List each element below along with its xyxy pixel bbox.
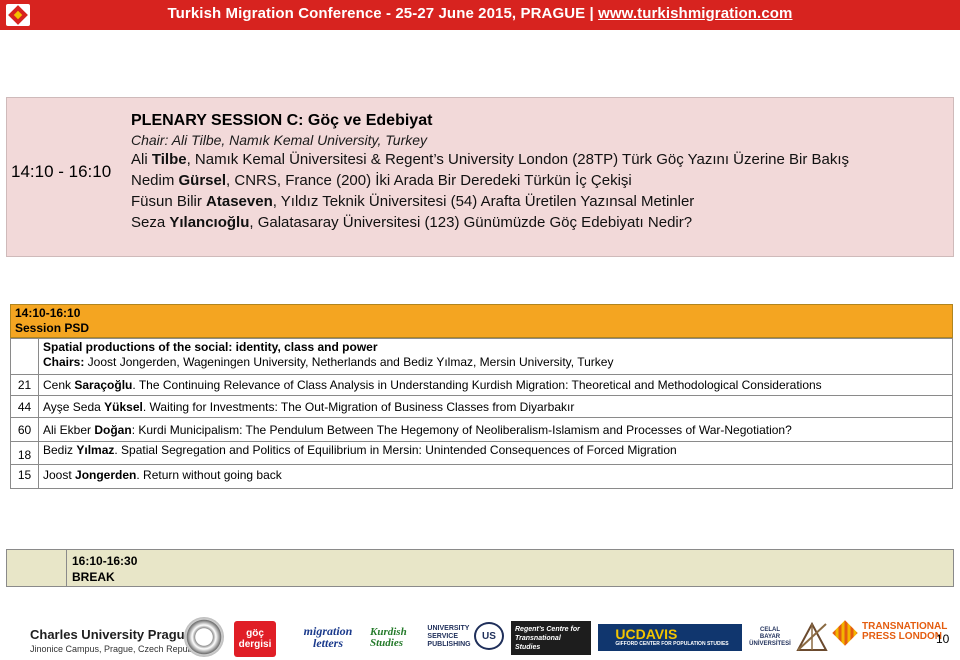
speaker-first: Ali (131, 151, 152, 168)
speaker-last: Gürsel (178, 172, 227, 189)
university-info: Charles University Prague Jinonice Campu… (30, 627, 201, 654)
conference-website-link[interactable]: www.turkishmigration.com (598, 5, 792, 22)
talk-details: , Galatasaray Üniversitesi (123) Günümüz… (249, 214, 693, 231)
break-label: 16:10-16:30 BREAK (72, 553, 137, 585)
footer: Charles University Prague Jinonice Campu… (0, 614, 960, 660)
table-row: 18 Bediz Yılmaz. Spatial Segregation and… (10, 441, 953, 465)
speaker-first: Seza (131, 214, 170, 231)
table-cell: Spatial productions of the social: ident… (38, 338, 953, 375)
paper-title: . Spatial Segregation and Politics of Eq… (114, 443, 677, 457)
speaker-last: Jongerden (75, 468, 137, 482)
speaker-first: Ayşe Seda (43, 400, 105, 414)
speaker-first: Cenk (43, 378, 75, 392)
paper-number: 18 (10, 441, 39, 465)
speaker-first: Nedim (131, 172, 179, 189)
paper-number: 44 (10, 395, 39, 418)
chairs-label: Chairs: (43, 355, 85, 369)
speaker-last: Saraçoğlu (74, 378, 133, 392)
speaker-first: Ali Ekber (43, 423, 95, 437)
plenary-talk: Füsun Bilir Ataseven, Yıldız Teknik Üniv… (131, 191, 947, 212)
plenary-body: PLENARY SESSION C: Göç ve Edebiyat Chair… (131, 111, 947, 233)
chairs-names: Joost Jongerden, Wageningen University, … (84, 355, 614, 369)
paper-entry: Ayşe Seda Yüksel. Waiting for Investment… (38, 395, 953, 418)
speaker-last: Yılmaz (76, 443, 115, 457)
break-text: BREAK (72, 570, 115, 584)
speaker-last: Tilbe (151, 151, 187, 168)
paper-number: 60 (10, 417, 39, 442)
university-address: Jinonice Campus, Prague, Czech Republic (30, 644, 202, 654)
table-row: 21 Cenk Saraçoğlu. The Continuing Releva… (10, 374, 953, 396)
talk-details: , Namık Kemal Üniversitesi & Regent’s Un… (186, 151, 850, 168)
speaker-first: Füsun Bilir (131, 193, 207, 210)
regents-centre-logo: Regent’s Centre for Transnational Studie… (511, 621, 591, 655)
header-title: Turkish Migration Conference - 25-27 Jun… (0, 5, 960, 22)
table-cell (10, 338, 39, 375)
plenary-chair: Chair: Ali Tilbe, Namık Kemal University… (131, 132, 428, 148)
charles-university-seal-icon (184, 617, 224, 657)
university-service-publishing-logo: UNIVERSITY SERVICE PUBLISHING (427, 625, 471, 648)
paper-entry: Bediz Yılmaz. Spatial Segregation and Po… (38, 441, 953, 465)
table-row: Spatial productions of the social: ident… (10, 338, 953, 375)
ucdavis-logo-subtext: GIFFORD CENTER FOR POPULATION STUDIES (615, 641, 729, 647)
table-row: 44 Ayşe Seda Yüksel. Waiting for Investm… (10, 395, 953, 418)
paper-entry: Cenk Saraçoğlu. The Continuing Relevance… (38, 374, 953, 396)
session-psd-block: 14:10-16:10 Session PSD Spatial producti… (10, 304, 953, 489)
goc-dergisi-logo: göç dergisi (234, 621, 276, 657)
transnational-press-icon (832, 620, 858, 646)
celal-bayar-logo: CELAL BAYAR ÜNİVERSİTESİ (749, 626, 791, 647)
speaker-first: Joost (43, 468, 76, 482)
session-header: 14:10-16:10 Session PSD (10, 304, 953, 338)
break-block: 16:10-16:30 BREAK (6, 549, 954, 587)
session-time: 14:10-16:10 (15, 306, 81, 320)
transnational-press-text: TRANSNATIONAL PRESS LONDON (862, 621, 948, 642)
table-row: 60 Ali Ekber Doğan: Kurdi Municipalism: … (10, 417, 953, 442)
session-topic: Spatial productions of the social: ident… (43, 340, 378, 354)
header-title-text: Turkish Migration Conference - 25-27 Jun… (167, 5, 599, 22)
university-name: Charles University Prague (30, 627, 192, 642)
plenary-talk: Seza Yılancıoğlu, Galatasaray Üniversite… (131, 212, 947, 233)
page-number: 10 (936, 632, 950, 646)
plenary-talk: Ali Tilbe, Namık Kemal Üniversitesi & Re… (131, 149, 947, 170)
paper-entry: Joost Jongerden. Return without going ba… (38, 464, 953, 489)
migration-letters-logo: migration letters (303, 624, 353, 650)
speaker-last: Doğan (94, 423, 132, 437)
transnational-press-logo: TRANSNATIONAL PRESS LONDON (832, 620, 947, 652)
kurdish-studies-logo: Kurdish Studies (370, 626, 407, 649)
paper-title: . The Continuing Relevance of Class Anal… (132, 378, 822, 392)
break-time: 16:10-16:30 (72, 554, 138, 568)
session-chairs: Chairs: Joost Jongerden, Wageningen Univ… (43, 355, 948, 370)
us-logo: US (474, 622, 504, 650)
session-table: Spatial productions of the social: ident… (10, 338, 953, 489)
session-name: Session PSD (15, 321, 90, 335)
break-spacer-cell (7, 550, 67, 586)
talk-details: , Yıldız Teknik Üniversitesi (54) Arafta… (272, 193, 695, 210)
paper-number: 15 (10, 464, 39, 489)
ucdavis-logo-text: UCDAVIS (615, 626, 678, 642)
talk-details: , CNRS, France (200) İki Arada Bir Dered… (226, 172, 632, 189)
table-row: 15 Joost Jongerden. Return without going… (10, 464, 953, 489)
gifford-center-logo-icon (794, 620, 830, 654)
speaker-last: Yılancıoğlu (169, 214, 250, 231)
paper-entry: Ali Ekber Doğan: Kurdi Municipalism: The… (38, 417, 953, 442)
plenary-session-block: 14:10 - 16:10 PLENARY SESSION C: Göç ve … (6, 97, 954, 257)
paper-title: . Return without going back (136, 468, 282, 482)
paper-title: : Kurdi Municipalism: The Pendulum Betwe… (131, 423, 792, 437)
paper-title: . Waiting for Investments: The Out-Migra… (142, 400, 575, 414)
speaker-first: Bediz (43, 443, 77, 457)
speaker-last: Ataseven (206, 193, 273, 210)
header-bar: Turkish Migration Conference - 25-27 Jun… (0, 0, 960, 30)
speaker-last: Yüksel (104, 400, 143, 414)
plenary-talk: Nedim Gürsel, CNRS, France (200) İki Ara… (131, 170, 947, 191)
ucdavis-logo: UCDAVIS GIFFORD CENTER FOR POPULATION ST… (598, 624, 742, 651)
paper-number: 21 (10, 374, 39, 396)
plenary-time: 14:10 - 16:10 (11, 162, 112, 181)
plenary-title: PLENARY SESSION C: Göç ve Edebiyat (131, 112, 433, 129)
